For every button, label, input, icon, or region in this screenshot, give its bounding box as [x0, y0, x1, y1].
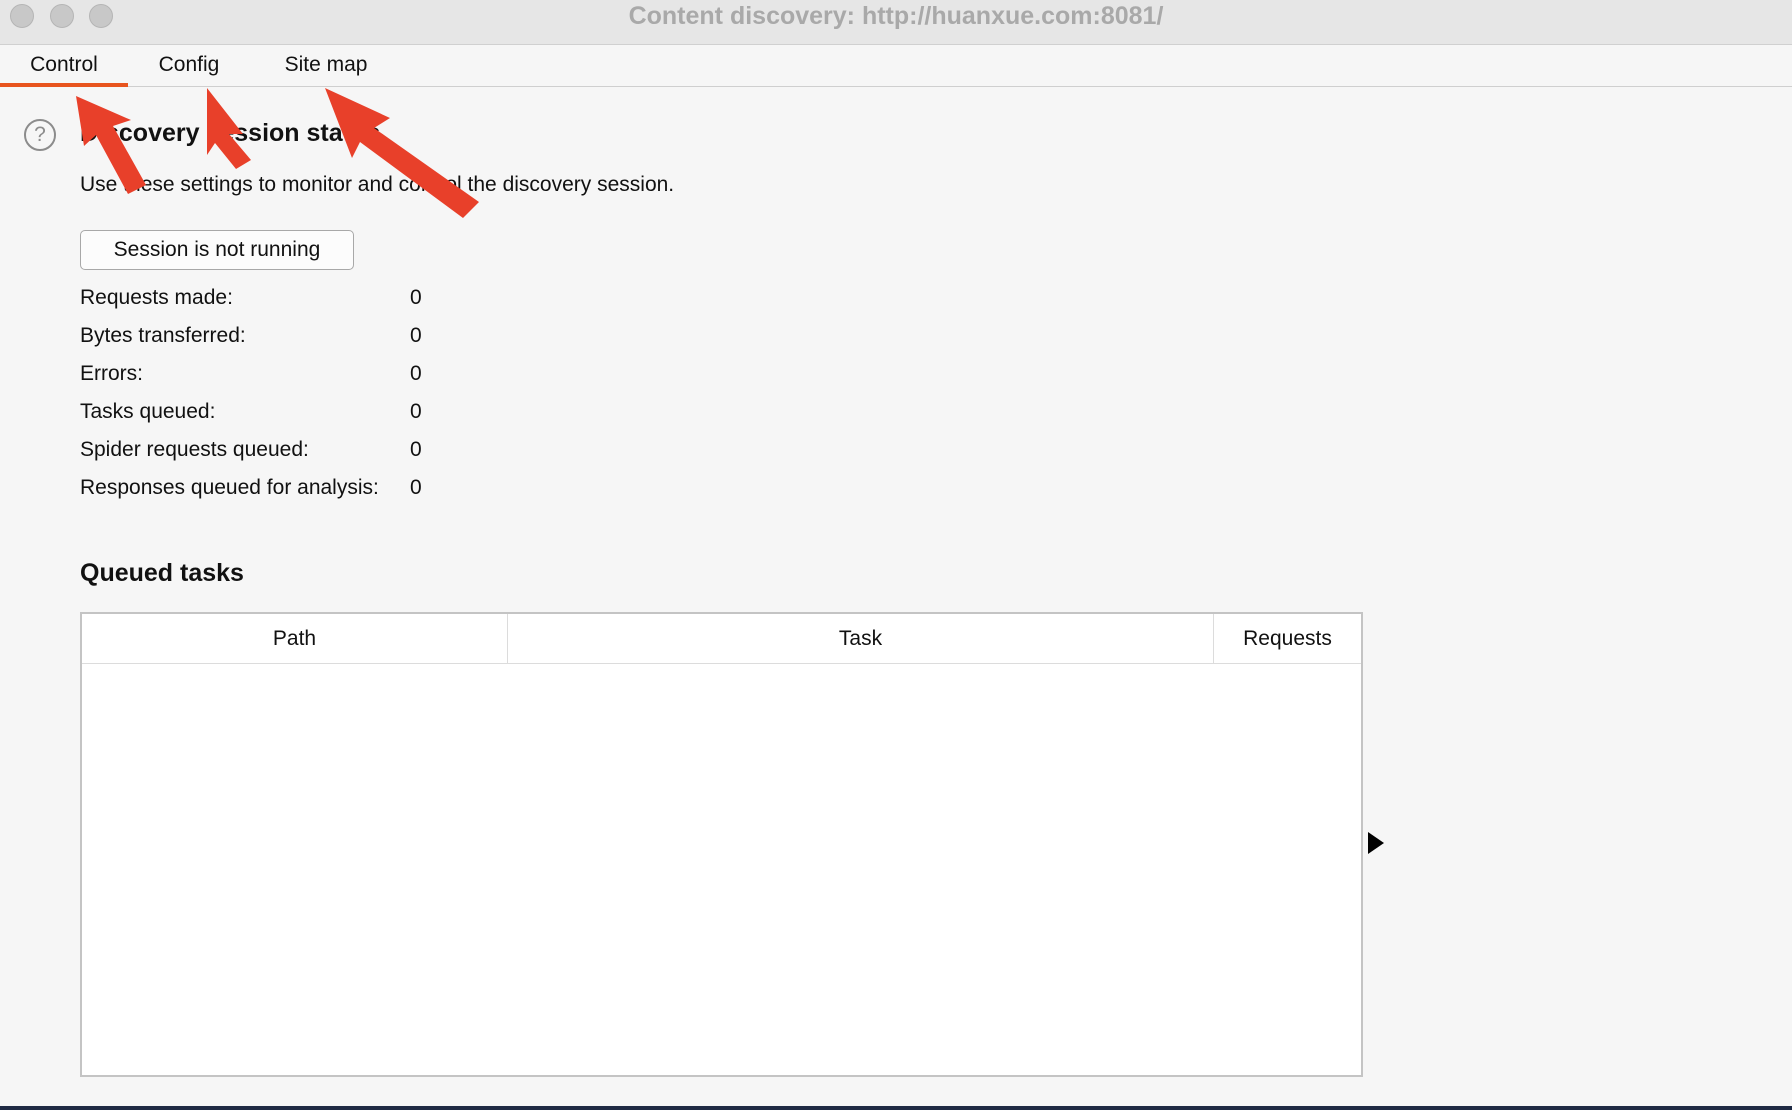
tab-label: Site map [284, 53, 368, 76]
content-discovery-window: Content discovery: http://huanxue.com:80… [0, 0, 1792, 1106]
column-header-task[interactable]: Task [507, 614, 1213, 663]
tab-site-map[interactable]: Site map [276, 45, 376, 86]
session-status-heading: Discovery session status [80, 119, 381, 147]
session-description: Use these settings to monitor and contro… [80, 173, 675, 196]
tab-label: Config [158, 53, 220, 76]
stat-value: 0 [410, 324, 422, 347]
session-toggle-button[interactable]: Session is not running [80, 230, 354, 270]
stat-value: 0 [410, 476, 422, 499]
help-circle-icon[interactable]: ? [24, 119, 56, 151]
stat-label: Requests made: [80, 286, 233, 309]
window-title: Content discovery: http://huanxue.com:80… [628, 2, 1164, 30]
queued-tasks-heading: Queued tasks [80, 559, 244, 587]
table-header: Path Task Requests [82, 614, 1361, 664]
stat-label: Errors: [80, 362, 143, 385]
stat-value: 0 [410, 286, 422, 309]
stat-label: Responses queued for analysis: [80, 476, 379, 499]
control-panel: ? Discovery session status Use these set… [0, 87, 1792, 1106]
stat-label: Spider requests queued: [80, 438, 309, 461]
tab-label: Control [30, 53, 98, 76]
tab-bar: Control Config Site map [0, 45, 1792, 87]
background-window-strip [0, 1106, 1792, 1110]
triangle-right-icon[interactable] [1368, 832, 1384, 854]
column-header-requests[interactable]: Requests [1213, 614, 1361, 663]
stat-value: 0 [410, 438, 422, 461]
stat-label: Tasks queued: [80, 400, 216, 423]
column-header-path[interactable]: Path [82, 614, 507, 663]
title-bar: Content discovery: http://huanxue.com:80… [0, 0, 1792, 45]
stat-value: 0 [410, 400, 422, 423]
tab-config[interactable]: Config [146, 45, 232, 86]
queued-tasks-table[interactable]: Path Task Requests [80, 612, 1363, 1077]
stat-value: 0 [410, 362, 422, 385]
stat-label: Bytes transferred: [80, 324, 246, 347]
tab-control[interactable]: Control [0, 45, 128, 87]
